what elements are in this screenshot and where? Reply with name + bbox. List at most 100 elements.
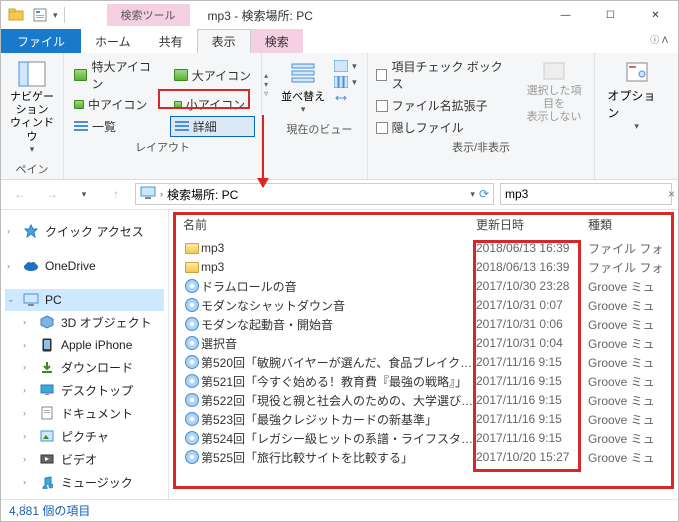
back-button[interactable]: ← bbox=[7, 182, 33, 206]
audio-file-icon bbox=[183, 450, 201, 464]
tree-videos[interactable]: ›ビデオ bbox=[5, 448, 164, 471]
sort-button[interactable]: 並べ替え ▾ bbox=[278, 57, 328, 119]
desktop-icon bbox=[39, 382, 55, 398]
layout-list[interactable]: 一覧 bbox=[70, 116, 164, 137]
column-type[interactable]: 種類 bbox=[588, 216, 670, 233]
tree-iphone[interactable]: ›Apple iPhone bbox=[5, 334, 164, 356]
ribbon: ナビゲーション ウィンドウ ▾ ペイン 特大アイコン 大アイコン 中アイコン 小… bbox=[1, 53, 678, 180]
audio-file-icon bbox=[183, 355, 201, 369]
file-type: ファイル フォ bbox=[588, 240, 670, 257]
qat-dropdown-icon[interactable]: ▾ bbox=[53, 10, 58, 21]
forward-button[interactable]: → bbox=[39, 182, 65, 206]
tree-pc[interactable]: ⌄ PC bbox=[5, 289, 164, 311]
add-columns-button[interactable]: ▾ bbox=[330, 75, 361, 89]
tree-quick-access[interactable]: › クイック アクセス bbox=[5, 220, 164, 243]
file-row[interactable]: 第523回「最強クレジットカードの新基準」2017/11/16 9:15Groo… bbox=[183, 410, 670, 429]
layout-small[interactable]: 小アイコン bbox=[170, 95, 255, 114]
tree-documents[interactable]: ›ドキュメント bbox=[5, 402, 164, 425]
file-date: 2017/10/31 0:06 bbox=[476, 317, 588, 331]
up-button[interactable]: ↑ bbox=[103, 182, 129, 206]
file-name: mp3 bbox=[201, 241, 476, 255]
minimize-button[interactable]: — bbox=[543, 1, 588, 29]
navigation-tree[interactable]: › クイック アクセス › OneDrive ⌄ PC ›3D オブジェクト ›… bbox=[1, 210, 169, 499]
tree-downloads[interactable]: ›ダウンロード bbox=[5, 356, 164, 379]
file-date: 2017/11/16 9:15 bbox=[476, 393, 588, 407]
check-hidden-files[interactable]: 隠しファイル bbox=[374, 118, 514, 137]
tree-desktop[interactable]: ›デスクトップ bbox=[5, 379, 164, 402]
navigation-pane-button[interactable]: ナビゲーション ウィンドウ ▾ bbox=[7, 57, 57, 159]
tab-view[interactable]: 表示 bbox=[197, 29, 251, 53]
title-bar: ▾ 検索ツール mp3 - 検索場所: PC — ☐ ✕ bbox=[1, 1, 678, 29]
video-icon bbox=[39, 451, 55, 467]
check-item-checkboxes[interactable]: 項目チェック ボックス bbox=[374, 57, 514, 93]
file-list[interactable]: 名前 更新日時 種類 mp32018/06/13 16:39ファイル フォmp3… bbox=[169, 210, 678, 499]
file-name: モダンな起動音・開始音 bbox=[201, 316, 476, 333]
column-headers[interactable]: 名前 更新日時 種類 bbox=[169, 210, 678, 239]
file-row[interactable]: モダンな起動音・開始音2017/10/31 0:06Groove ミュ bbox=[183, 315, 670, 334]
group-layout: 特大アイコン 大アイコン 中アイコン 小アイコン 一覧 詳細 ▴▾▿ レイアウト bbox=[64, 53, 262, 179]
phone-icon bbox=[39, 337, 55, 353]
layout-large[interactable]: 大アイコン bbox=[170, 57, 255, 93]
file-date: 2017/11/16 9:15 bbox=[476, 374, 588, 388]
file-row[interactable]: 第522回「現役と親と社会人のための、大学選び講座」2017/11/16 9:1… bbox=[183, 391, 670, 410]
tree-3d-objects[interactable]: ›3D オブジェクト bbox=[5, 311, 164, 334]
file-type: Groove ミュ bbox=[588, 411, 670, 428]
column-date[interactable]: 更新日時 bbox=[476, 216, 588, 233]
search-box[interactable]: × bbox=[500, 183, 672, 205]
tab-file[interactable]: ファイル bbox=[1, 29, 81, 53]
check-file-extensions[interactable]: ファイル名拡張子 bbox=[374, 96, 514, 115]
hide-selected-button: 選択した項目を 表示しない bbox=[520, 57, 589, 137]
file-row[interactable]: ドラムロールの音2017/10/30 23:28Groove ミュ bbox=[183, 277, 670, 296]
tree-pictures[interactable]: ›ピクチャ bbox=[5, 425, 164, 448]
layout-scroll-icon[interactable]: ▴▾▿ bbox=[261, 71, 271, 98]
refresh-icon[interactable]: ⟳ bbox=[479, 187, 489, 201]
file-row[interactable]: mp32018/06/13 16:39ファイル フォ bbox=[183, 258, 670, 277]
address-bar-row: ← → ▾ ↑ › ▾ ⟳ × bbox=[1, 180, 678, 210]
file-row[interactable]: 第525回「旅行比較サイトを比較する」2017/10/20 15:27Groov… bbox=[183, 448, 670, 467]
layout-medium[interactable]: 中アイコン bbox=[70, 95, 164, 114]
quick-access-toolbar: ▾ bbox=[1, 4, 69, 26]
address-dropdown-icon[interactable]: ▾ bbox=[470, 189, 475, 200]
properties-icon[interactable] bbox=[29, 4, 51, 26]
column-name[interactable]: 名前 bbox=[183, 216, 476, 233]
search-input[interactable] bbox=[505, 187, 660, 201]
file-row[interactable]: 第524回「レガシー級ヒットの系譜・ライフスタイル編」2017/11/16 9:… bbox=[183, 429, 670, 448]
tab-share[interactable]: 共有 bbox=[145, 29, 197, 53]
close-button[interactable]: ✕ bbox=[633, 1, 678, 29]
group-by-button[interactable]: ▾ bbox=[330, 59, 361, 73]
layout-extra-large[interactable]: 特大アイコン bbox=[70, 57, 164, 93]
address-input[interactable] bbox=[167, 187, 466, 201]
file-row[interactable]: 選択音2017/10/31 0:04Groove ミュ bbox=[183, 334, 670, 353]
group-show-hide: 項目チェック ボックス ファイル名拡張子 隠しファイル 選択した項目を 表示しな… bbox=[368, 53, 596, 179]
size-columns-button[interactable] bbox=[330, 91, 361, 105]
star-icon bbox=[23, 223, 39, 239]
group-pane: ナビゲーション ウィンドウ ▾ ペイン bbox=[1, 53, 64, 179]
clear-search-icon[interactable]: × bbox=[664, 187, 679, 201]
tab-home[interactable]: ホーム bbox=[81, 29, 145, 53]
collapse-ribbon-icon[interactable]: ⓘ ᐱ bbox=[640, 29, 678, 53]
tree-onedrive[interactable]: › OneDrive bbox=[5, 255, 164, 277]
history-dropdown[interactable]: ▾ bbox=[71, 182, 97, 206]
file-name: 選択音 bbox=[201, 335, 476, 352]
audio-file-icon bbox=[183, 393, 201, 407]
group-options: オプション ▾ bbox=[595, 53, 678, 179]
file-row[interactable]: 第520回「敏腕バイヤーが選んだ、食品ブレイク予測」2017/11/16 9:1… bbox=[183, 353, 670, 372]
file-row[interactable]: 第521回「今すぐ始める！教育費『最強の戦略』」2017/11/16 9:15G… bbox=[183, 372, 670, 391]
group-label-showhide: 表示/非表示 bbox=[452, 139, 510, 155]
file-name: mp3 bbox=[201, 260, 476, 274]
options-button[interactable]: オプション ▾ bbox=[601, 57, 672, 136]
tree-music[interactable]: ›ミュージック bbox=[5, 471, 164, 494]
address-box[interactable]: › ▾ ⟳ bbox=[135, 183, 494, 205]
path-segment-arrow[interactable]: › bbox=[160, 189, 163, 199]
group-label-pane: ペイン bbox=[16, 161, 49, 177]
file-date: 2017/10/30 23:28 bbox=[476, 279, 588, 293]
file-row[interactable]: モダンなシャットダウン音2017/10/31 0:07Groove ミュ bbox=[183, 296, 670, 315]
audio-file-icon bbox=[183, 298, 201, 312]
layout-details[interactable]: 詳細 bbox=[170, 116, 255, 137]
maximize-button[interactable]: ☐ bbox=[588, 1, 633, 29]
pc-icon bbox=[23, 292, 39, 308]
file-date: 2017/11/16 9:15 bbox=[476, 412, 588, 426]
tab-search[interactable]: 検索 bbox=[251, 29, 303, 53]
audio-file-icon bbox=[183, 317, 201, 331]
file-row[interactable]: mp32018/06/13 16:39ファイル フォ bbox=[183, 239, 670, 258]
